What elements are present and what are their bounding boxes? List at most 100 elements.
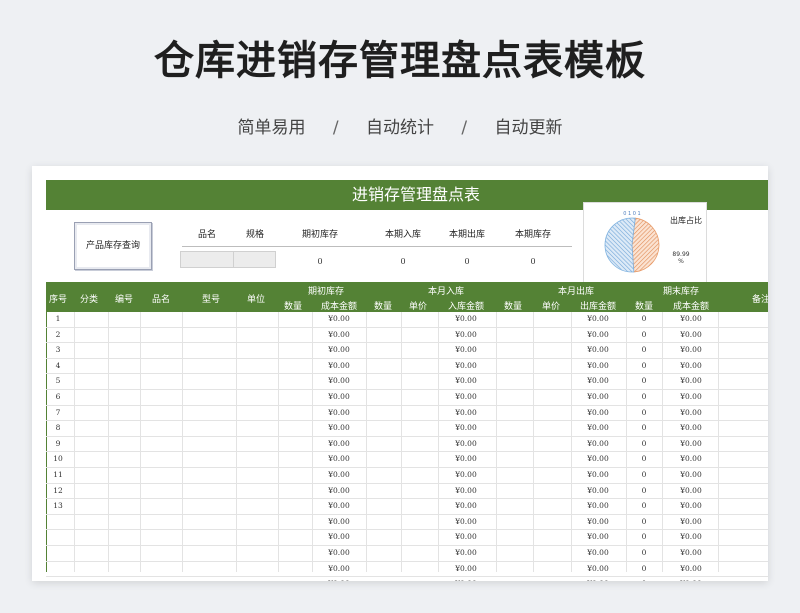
col-category: 分类 [79,295,98,305]
query-spec-input[interactable] [233,251,276,268]
row-number: 6 [55,391,61,401]
table-row[interactable]: ¥0.00 ¥0.00 ¥0.00 0 ¥0.00 [46,546,768,562]
money-cell: ¥0.00 [328,407,350,417]
sub-opening-cost: 成本金额 [320,302,357,312]
sub-close-cost: 成本金额 [672,302,709,312]
row-number: 7 [55,407,61,417]
quantity-cell: 0 [641,563,647,573]
table-row[interactable]: 1 ¥0.00 ¥0.00 ¥0.00 0 ¥0.00 [46,312,768,328]
col-model: 型号 [201,295,220,305]
table-row[interactable]: ¥0.00 ¥0.00 ¥0.00 0 ¥0.00 [46,530,768,546]
quantity-cell: 0 [641,532,647,542]
pie-slice [604,217,636,273]
table-row[interactable]: 12 ¥0.00 ¥0.00 ¥0.00 0 ¥0.00 [46,484,768,500]
sub-in-qty: 数量 [373,302,392,312]
sub-in-amount: 入库金额 [447,302,484,312]
table-row[interactable]: 4 ¥0.00 ¥0.00 ¥0.00 0 ¥0.00 [46,359,768,375]
money-cell: ¥0.00 [680,360,702,370]
money-cell: ¥0.00 [328,563,350,573]
col-inbound: 本月入库 [427,287,464,297]
money-cell: ¥0.00 [455,501,477,511]
money-cell: ¥0.00 [455,469,477,479]
table-row[interactable]: 8 ¥0.00 ¥0.00 ¥0.00 0 ¥0.00 [46,421,768,437]
col-opening: 期初库存 [307,287,344,297]
pie-slice [631,217,660,273]
money-cell: ¥0.00 [587,501,609,511]
row-number: 10 [53,454,63,464]
feature-item: 简单易用 [237,118,306,138]
query-header-stock: 本期库存 [514,230,551,240]
spreadsheet-preview: 进销存管理盘点表 产品库存查询 品名 规格 期初库存 本期入库 本期出库 本期库… [32,166,768,581]
quantity-cell: 0 [641,501,647,511]
table-row[interactable]: 11 ¥0.00 ¥0.00 ¥0.00 0 ¥0.00 [46,468,768,484]
product-query-button[interactable]: 产品库存查询 [74,222,152,270]
pie-title: 出库占比 [670,215,702,225]
row-number: 5 [55,376,61,386]
money-cell: ¥0.00 [587,423,609,433]
table-row[interactable]: 10 ¥0.00 ¥0.00 ¥0.00 0 ¥0.00 [46,452,768,468]
table-row[interactable]: 2 ¥0.00 ¥0.00 ¥0.00 0 ¥0.00 [46,328,768,344]
money-cell: ¥0.00 [455,329,477,339]
money-cell: ¥0.00 [587,360,609,370]
money-cell: ¥0.00 [455,407,477,417]
money-cell: ¥0.00 [587,516,609,526]
col-unit: 单位 [246,295,265,305]
money-cell: ¥0.00 [587,329,609,339]
table-row[interactable]: 3 ¥0.00 ¥0.00 ¥0.00 0 ¥0.00 [46,343,768,359]
money-cell: ¥0.00 [587,407,609,417]
quantity-cell: 0 [629,579,659,581]
table-row[interactable]: ¥0.00 ¥0.00 ¥0.00 0 ¥0.00 [46,562,768,578]
sub-out-amount: 出库金额 [579,302,616,312]
row-number: 2 [55,329,61,339]
table-row[interactable]: ¥0.00 ¥0.00 ¥0.00 0 ¥0.00 [46,577,768,581]
money-cell: ¥0.00 [328,376,350,386]
money-cell: ¥0.00 [455,438,477,448]
money-cell: ¥0.00 [587,469,609,479]
money-cell: ¥0.00 [680,438,702,448]
money-cell: ¥0.00 [680,547,702,557]
money-cell: ¥0.00 [328,423,350,433]
money-cell: ¥0.00 [455,532,477,542]
table-row[interactable]: 13 ¥0.00 ¥0.00 ¥0.00 0 ¥0.00 [46,499,768,515]
money-cell: ¥0.00 [680,345,702,355]
money-cell: ¥0.00 [455,485,477,495]
money-cell: ¥0.00 [455,547,477,557]
table-row[interactable]: ¥0.00 ¥0.00 ¥0.00 0 ¥0.00 [46,515,768,531]
table-header: 序号 分类 编号 品名 型号 单位 期初库存 本月入库 本月出库 期末库存 备注… [46,282,768,312]
col-code: 编号 [114,295,133,305]
query-header-opening: 期初库存 [301,230,338,240]
money-cell: ¥0.00 [680,563,702,573]
quantity-cell: 0 [641,469,647,479]
query-name-input[interactable] [180,251,234,268]
quantity-cell: 0 [641,407,647,417]
money-cell: ¥0.00 [314,579,364,581]
money-cell: ¥0.00 [587,345,609,355]
table-row[interactable]: 5 ¥0.00 ¥0.00 ¥0.00 0 ¥0.00 [46,374,768,390]
table-row[interactable]: 6 ¥0.00 ¥0.00 ¥0.00 0 ¥0.00 [46,390,768,406]
query-header-spec: 规格 [245,230,264,240]
query-value-opening: 0 [317,257,323,266]
money-cell: ¥0.00 [441,579,491,581]
money-cell: ¥0.00 [328,547,350,557]
money-cell: ¥0.00 [328,345,350,355]
row-number: 11 [53,469,63,479]
sub-in-price: 单价 [408,302,427,312]
money-cell: ¥0.00 [587,314,609,323]
money-cell: ¥0.00 [455,563,477,573]
query-divider [182,246,572,247]
money-cell: ¥0.00 [680,407,702,417]
money-cell: ¥0.00 [680,423,702,433]
table-row[interactable]: 9 ¥0.00 ¥0.00 ¥0.00 0 ¥0.00 [46,437,768,453]
sub-out-qty: 数量 [503,302,522,312]
quantity-cell: 0 [641,360,647,370]
money-cell: ¥0.00 [328,454,350,464]
money-cell: ¥0.00 [680,376,702,386]
money-cell: ¥0.00 [587,438,609,448]
query-header-outbound: 本期出库 [448,230,485,240]
money-cell: ¥0.00 [587,547,609,557]
pie-svg: 0 1 0 1 出库占比 89.99 % [604,211,702,273]
table-row[interactable]: 7 ¥0.00 ¥0.00 ¥0.00 0 ¥0.00 [46,406,768,422]
money-cell: ¥0.00 [587,391,609,401]
page-title: 仓库进销存管理盘点表模板 [154,38,646,84]
pie-unit-label: % [678,258,684,265]
